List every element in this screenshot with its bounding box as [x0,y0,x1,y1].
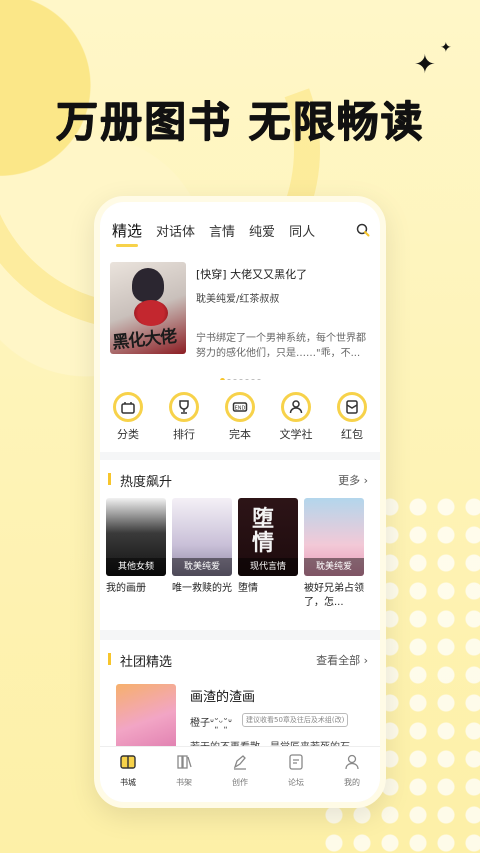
shortcut-category[interactable]: 分类 [106,392,150,452]
book-cover: 耽美纯爱 [304,498,364,576]
banner-book-cover[interactable]: 黑化大佬 [110,262,186,354]
headline: 万册图书 无限畅读 [55,97,425,146]
sparkle-icon: ✦ [414,50,436,80]
club-item-cover[interactable] [116,684,176,750]
bookshelf-icon [177,755,192,769]
view-all-label: 查看全部 [316,654,361,667]
banner-tags: 耽美纯爱/红茶叔叔 [196,294,280,305]
section-marker [108,653,111,665]
club-item-title[interactable]: 画渣的渣画 [190,686,255,705]
tab-pure-love[interactable]: 纯爱 [249,221,275,240]
club-section-header: 社团精选 查看全部 › [100,640,380,678]
hot-section-title: 热度飙升 [120,475,173,490]
svg-text:END: END [235,406,246,412]
book-card[interactable]: 耽美纯爱 被好兄弟占领了，怎... [304,498,364,610]
nav-profile[interactable]: 我的 [329,753,375,802]
nav-label: 书城 [120,778,136,787]
nav-forum[interactable]: 论坛 [273,753,319,802]
banner-title[interactable]: [快穿] 大佬又又黑化了 [196,266,307,282]
nav-create[interactable]: 创作 [217,753,263,802]
category-icon [113,392,143,422]
club-view-all-link[interactable]: 查看全部 › [316,652,368,668]
end-icon: END [225,392,255,422]
search-icon[interactable] [356,223,370,237]
cover-title-text: 堕情 [252,507,275,556]
shortcut-completed[interactable]: END 完本 [218,392,262,452]
phone-frame: 精选 对话体 言情 纯爱 同人 黑化大佬 [快穿] 大佬又又黑化了 耽美纯爱/红… [94,196,386,808]
banner-description: 宁书绑定了一个男神系统，每个世界都努力的感化他们，只是……"乖，不... [196,333,366,359]
section-marker [108,473,111,485]
tab-selected[interactable]: 精选 [112,220,142,247]
tab-dialogue[interactable]: 对话体 [156,221,195,240]
top-tabs: 精选 对话体 言情 纯爱 同人 [100,202,380,258]
hot-section: 热度飙升 更多 › 其他女频 我的画册 耽美纯爱 唯一救赎的光 堕情 现代言情 [100,460,380,630]
cover-figure [132,268,164,302]
nav-bookstore[interactable]: 书城 [105,753,151,802]
book-cover: 耽美纯爱 [172,498,232,576]
book-genre: 其他女频 [106,558,166,576]
book-name: 我的画册 [106,583,146,594]
nav-label: 创作 [232,778,248,787]
book-cover: 堕情 现代言情 [238,498,298,576]
hot-section-header: 热度飙升 更多 › [100,460,380,498]
chevron-right-icon: › [363,654,368,667]
book-name: 被好兄弟占领了，怎... [304,583,364,608]
nav-label: 书架 [176,778,192,787]
hot-book-list: 其他女频 我的画册 耽美纯爱 唯一救赎的光 堕情 现代言情 堕情 耽美纯爱 被好 [106,498,370,610]
book-cover: 其他女频 [106,498,166,576]
app-screen: 精选 对话体 言情 纯爱 同人 黑化大佬 [快穿] 大佬又又黑化了 耽美纯爱/红… [100,202,380,802]
nav-bookshelf[interactable]: 书架 [161,753,207,802]
book-card[interactable]: 堕情 现代言情 堕情 [238,498,298,610]
shortcut-label: 分类 [117,428,139,441]
shortcut-literary-club[interactable]: 文学社 [274,392,318,452]
tab-fanfic[interactable]: 同人 [289,221,315,240]
shortcut-ranking[interactable]: 排行 [162,392,206,452]
forum-icon [289,754,303,770]
red-envelope-icon [337,392,367,422]
user-icon [345,754,359,770]
book-genre: 耽美纯爱 [172,558,232,576]
shortcut-label: 红包 [341,428,363,441]
book-card[interactable]: 其他女频 我的画册 [106,498,166,610]
nav-label: 我的 [344,778,360,787]
book-name: 唯一救赎的光 [172,583,232,594]
book-genre: 现代言情 [238,558,298,576]
cover-title-text: 黑化大佬 [111,326,178,354]
shortcut-label: 排行 [173,428,195,441]
shortcut-red-envelope[interactable]: 红包 [330,392,374,452]
club-item-tag: 建议收看50章及往后及术组(改) [242,713,349,727]
bookstore-icon [120,755,136,769]
club-section: 社团精选 查看全部 › 画渣的渣画 橙子ᐡ˘͈ᵕ˘͈ᐡ 建议收看50章及往后及术… [100,640,380,753]
category-shortcuts: 分类 排行 END 完本 文学社 红包 [100,380,380,452]
book-card[interactable]: 耽美纯爱 唯一救赎的光 [172,498,232,610]
tab-romance[interactable]: 言情 [209,221,235,240]
chevron-right-icon: › [363,474,368,487]
club-section-title: 社团精选 [120,655,173,670]
community-icon [281,392,311,422]
sparkle-small-icon: ✦ [440,40,452,56]
book-genre: 耽美纯爱 [304,558,364,576]
banner-pager [100,368,380,383]
bottom-navigation: 书城 书架 创作 论坛 我的 [100,746,380,802]
club-item-author: 橙子ᐡ˘͈ᵕ˘͈ᐡ [190,718,232,729]
nav-label: 论坛 [288,778,304,787]
hot-more-link[interactable]: 更多 › [338,472,368,488]
trophy-icon [169,392,199,422]
pen-icon [233,755,246,770]
featured-banner[interactable]: 黑化大佬 [快穿] 大佬又又黑化了 耽美纯爱/红茶叔叔 宁书绑定了一个男神系统，… [100,258,380,383]
more-label: 更多 [338,474,361,487]
book-name: 堕情 [238,583,258,594]
shortcut-label: 完本 [229,428,251,441]
shortcut-label: 文学社 [279,428,313,441]
